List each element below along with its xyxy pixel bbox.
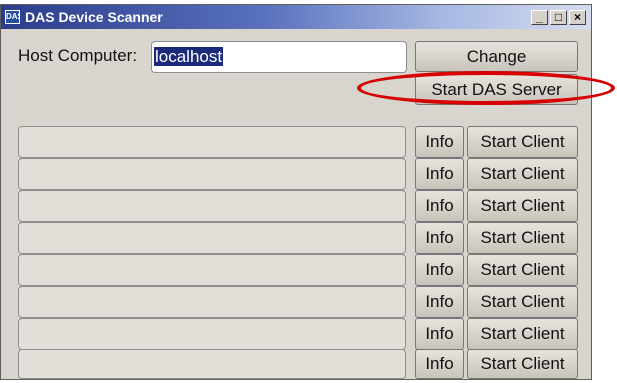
minimize-button[interactable]: _ [531,10,548,25]
device-field [18,190,406,222]
device-field [18,349,406,379]
host-computer-value: localhost [154,47,224,66]
close-button[interactable]: × [569,10,586,25]
start-client-button[interactable]: Start Client [467,318,578,350]
device-field [18,286,406,318]
start-client-button[interactable]: Start Client [467,222,578,254]
info-button[interactable]: Info [415,126,464,158]
start-client-button[interactable]: Start Client [467,254,578,286]
start-das-server-button[interactable]: Start DAS Server [415,74,578,105]
info-button[interactable]: Info [415,286,464,318]
device-field [18,126,406,158]
device-field [18,318,406,350]
info-button[interactable]: Info [415,190,464,222]
device-field [18,158,406,190]
start-client-button[interactable]: Start Client [467,286,578,318]
device-field [18,254,406,286]
start-client-button[interactable]: Start Client [467,126,578,158]
start-client-button[interactable]: Start Client [467,158,578,190]
host-computer-label: Host Computer: [18,46,138,65]
window-title: DAS Device Scanner [25,9,163,25]
info-button[interactable]: Info [415,318,464,350]
info-button[interactable]: Info [415,254,464,286]
info-button[interactable]: Info [415,222,464,254]
host-computer-field[interactable]: localhost [151,41,407,73]
info-button[interactable]: Info [415,158,464,190]
info-button[interactable]: Info [415,349,464,379]
title-bar[interactable]: DAS DAS Device Scanner _ □ × [1,5,591,29]
das-app-icon: DAS [5,10,20,24]
start-client-button[interactable]: Start Client [467,349,578,379]
change-button[interactable]: Change [415,41,578,72]
app-window: DAS DAS Device Scanner _ □ × Host Comput… [0,4,592,380]
maximize-button[interactable]: □ [550,10,567,25]
device-field [18,222,406,254]
start-client-button[interactable]: Start Client [467,190,578,222]
